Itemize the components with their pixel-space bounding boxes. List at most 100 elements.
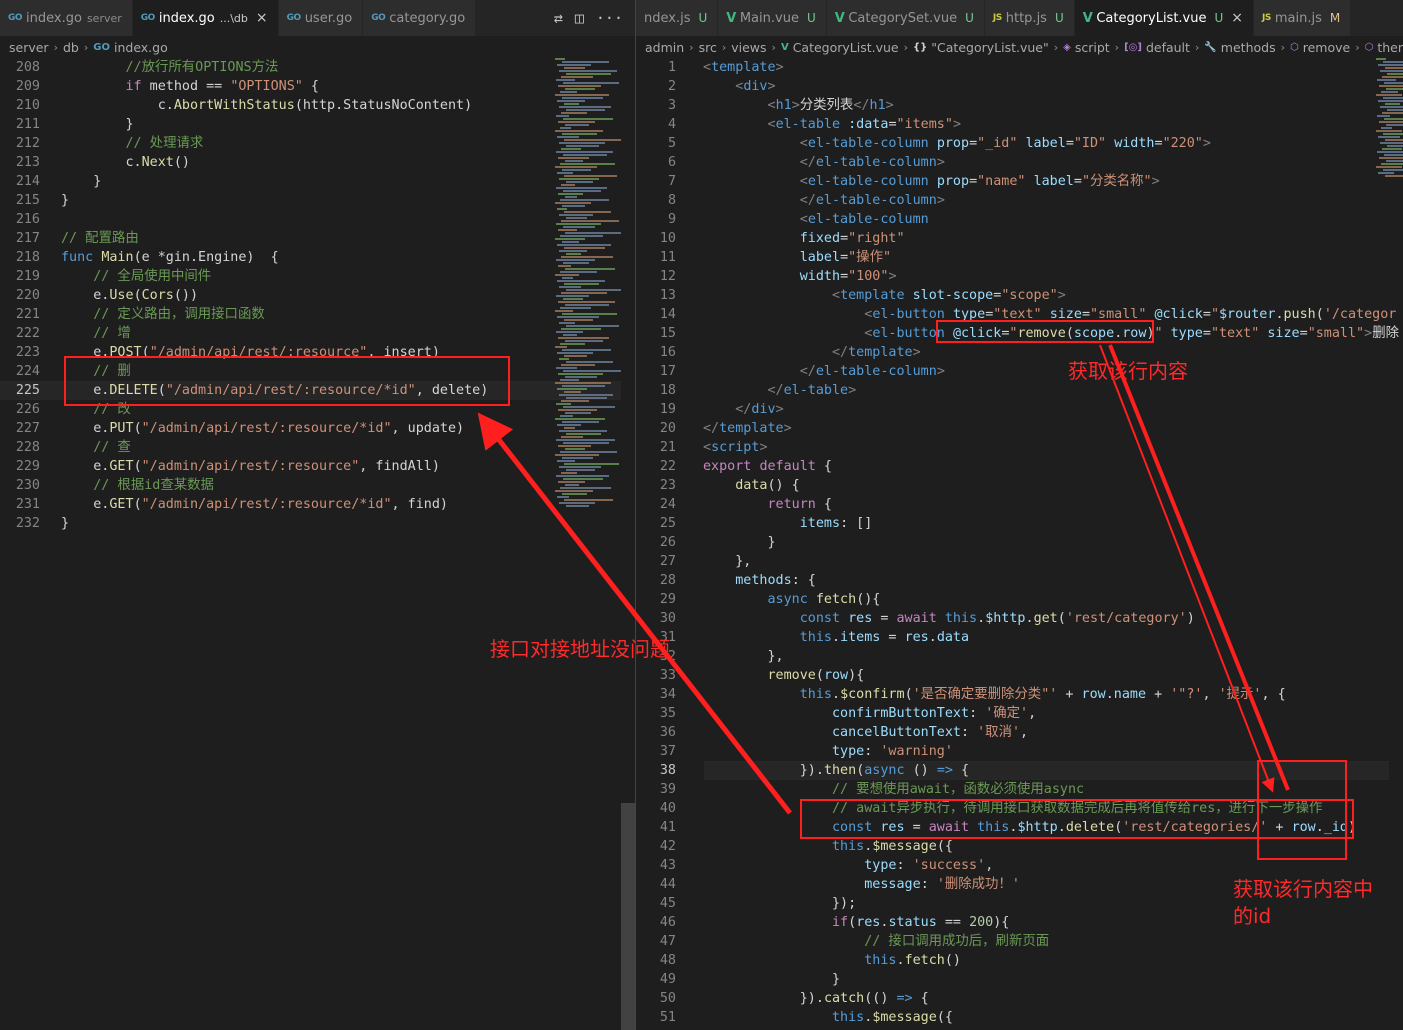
- code-line[interactable]: 24 return {: [636, 495, 1403, 514]
- compare-changes-icon[interactable]: ⇄: [554, 9, 563, 27]
- tab-index-go[interactable]: GO index.go ...\db ×: [132, 0, 279, 36]
- breadcrumb-item[interactable]: ◈ script ›: [1063, 40, 1124, 55]
- breadcrumb-item[interactable]: ⬡ then: [1365, 40, 1403, 55]
- code-line[interactable]: 228 // 查: [0, 438, 635, 457]
- tab-categoryset-vue[interactable]: V CategorySet.vue U: [826, 0, 985, 36]
- code-line[interactable]: 4 <el-table :data="items">: [636, 115, 1403, 134]
- code-line[interactable]: 211 }: [0, 115, 635, 134]
- code-line[interactable]: 18 </el-table>: [636, 381, 1403, 400]
- tab-main-vue[interactable]: V Main.vue U: [718, 0, 827, 36]
- breadcrumb-item[interactable]: [◎] default ›: [1124, 40, 1204, 55]
- breadcrumb-item[interactable]: server ›: [9, 40, 63, 55]
- code-line[interactable]: 221 // 定义路由，调用接口函数: [0, 305, 635, 324]
- code-line[interactable]: 17 </el-table-column>: [636, 362, 1403, 381]
- tab-main-js[interactable]: JS main.js M: [1254, 0, 1352, 36]
- breadcrumb-item[interactable]: ⬡ remove ›: [1290, 40, 1365, 55]
- code-line[interactable]: 13 <template slot-scope="scope">: [636, 286, 1403, 305]
- line-number: 28: [659, 573, 676, 588]
- tab-category-go[interactable]: GO category.go: [363, 0, 477, 36]
- code-line[interactable]: 231 e.GET("/admin/api/rest/:resource/*id…: [0, 495, 635, 514]
- code-line[interactable]: 50 }).catch(() => {: [636, 989, 1403, 1008]
- code-line[interactable]: 23 data() {: [636, 476, 1403, 495]
- code-text: </template>: [832, 345, 921, 360]
- breadcrumb-item[interactable]: 🔧 methods ›: [1204, 40, 1290, 55]
- code-line[interactable]: 218 func Main(e *gin.Engine) {: [0, 248, 635, 267]
- code-line[interactable]: 37 type: 'warning': [636, 742, 1403, 761]
- code-line[interactable]: 49 }: [636, 970, 1403, 989]
- breadcrumb-item[interactable]: db ›: [63, 40, 93, 55]
- code-line[interactable]: 19 </div>: [636, 400, 1403, 419]
- tab-ndex-js[interactable]: ndex.js U: [636, 0, 719, 36]
- breadcrumb-item[interactable]: admin ›: [645, 40, 699, 55]
- breadcrumb-item[interactable]: src ›: [699, 40, 732, 55]
- wrench-icon: 🔧: [1204, 41, 1217, 53]
- code-line[interactable]: 27 },: [636, 552, 1403, 571]
- code-line[interactable]: 34 this.$confirm('是否确定要删除分类"' + row.name…: [636, 685, 1403, 704]
- code-line[interactable]: 213 c.Next(): [0, 153, 635, 172]
- code-line[interactable]: 210 c.AbortWithStatus(http.StatusNoConte…: [0, 96, 635, 115]
- code-line[interactable]: 214 }: [0, 172, 635, 191]
- split-editor-icon[interactable]: ◫: [575, 9, 584, 27]
- code-line[interactable]: 51 this.$message({: [636, 1008, 1403, 1027]
- code-line[interactable]: 20 </template>: [636, 419, 1403, 438]
- code-line[interactable]: 32 },: [636, 647, 1403, 666]
- line-number: 50: [659, 991, 676, 1006]
- code-line[interactable]: 28 methods: {: [636, 571, 1403, 590]
- code-line[interactable]: 230 // 根据id查某数据: [0, 476, 635, 495]
- line-number: 48: [659, 953, 676, 968]
- tab-index-go[interactable]: GO index.go server: [0, 0, 133, 36]
- code-line[interactable]: 3 <h1>分类列表</h1>: [636, 96, 1403, 115]
- tab-categorylist-vue[interactable]: V CategoryList.vue U ×: [1074, 0, 1255, 36]
- tab-user-go[interactable]: GO user.go: [278, 0, 364, 36]
- code-line[interactable]: 9 <el-table-column: [636, 210, 1403, 229]
- more-actions-icon[interactable]: ···: [596, 9, 623, 27]
- code-line[interactable]: 33 remove(row){: [636, 666, 1403, 685]
- code-line[interactable]: 22 export default {: [636, 457, 1403, 476]
- breadcrumb-item[interactable]: GO index.go: [93, 40, 167, 55]
- code-line[interactable]: 29 async fetch(){: [636, 590, 1403, 609]
- right-minimap[interactable]: [1376, 58, 1403, 188]
- code-line[interactable]: 5 <el-table-column prop="_id" label="ID"…: [636, 134, 1403, 153]
- close-icon[interactable]: ×: [1231, 10, 1243, 26]
- code-line[interactable]: 217 // 配置路由: [0, 229, 635, 248]
- code-line[interactable]: 216: [0, 210, 635, 229]
- code-line[interactable]: 7 <el-table-column prop="name" label="分类…: [636, 172, 1403, 191]
- code-line[interactable]: 222 // 增: [0, 324, 635, 343]
- left-minimap[interactable]: [555, 58, 625, 528]
- code-line[interactable]: 2 <div>: [636, 77, 1403, 96]
- code-line[interactable]: 10 fixed="right": [636, 229, 1403, 248]
- code-line[interactable]: 30 const res = await this.$http.get('res…: [636, 609, 1403, 628]
- code-line[interactable]: 215}: [0, 191, 635, 210]
- code-line[interactable]: 16 </template>: [636, 343, 1403, 362]
- code-line[interactable]: 208 //放行所有OPTIONS方法: [0, 58, 635, 77]
- code-line[interactable]: 47 // 接口调用成功后，刷新页面: [636, 932, 1403, 951]
- close-icon[interactable]: ×: [256, 10, 268, 26]
- code-line[interactable]: 26 }: [636, 533, 1403, 552]
- code-line[interactable]: 219 // 全局使用中间件: [0, 267, 635, 286]
- breadcrumb-label: index.go: [113, 39, 168, 55]
- tab-http-js[interactable]: JS http.js U: [984, 0, 1075, 36]
- breadcrumb-item[interactable]: views ›: [731, 40, 781, 55]
- code-line[interactable]: 232}: [0, 514, 635, 533]
- go-file-icon: GO: [371, 13, 386, 23]
- code-line[interactable]: 8 </el-table-column>: [636, 191, 1403, 210]
- left-scrollbar-thumb[interactable]: [621, 803, 635, 1030]
- code-line[interactable]: 21 <script>: [636, 438, 1403, 457]
- code-line[interactable]: 11 label="操作": [636, 248, 1403, 267]
- breadcrumb-item[interactable]: {} "CategoryList.vue" ›: [913, 40, 1063, 55]
- code-line[interactable]: 1 <template>: [636, 58, 1403, 77]
- left-code-area[interactable]: 208 //放行所有OPTIONS方法 209 if method == "OPT…: [0, 58, 635, 533]
- code-line[interactable]: 6 </el-table-column>: [636, 153, 1403, 172]
- code-line[interactable]: 209 if method == "OPTIONS" {: [0, 77, 635, 96]
- code-line[interactable]: 48 this.fetch(): [636, 951, 1403, 970]
- code-line[interactable]: 212 // 处理请求: [0, 134, 635, 153]
- breadcrumb-item[interactable]: V CategoryList.vue ›: [781, 40, 913, 55]
- code-line[interactable]: 31 this.items = res.data: [636, 628, 1403, 647]
- code-line[interactable]: 25 items: []: [636, 514, 1403, 533]
- code-line[interactable]: 227 e.PUT("/admin/api/rest/:resource/*id…: [0, 419, 635, 438]
- code-line[interactable]: 35 confirmButtonText: '确定',: [636, 704, 1403, 723]
- code-line[interactable]: 229 e.GET("/admin/api/rest/:resource", f…: [0, 457, 635, 476]
- code-line[interactable]: 220 e.Use(Cors()): [0, 286, 635, 305]
- code-line[interactable]: 12 width="100">: [636, 267, 1403, 286]
- code-line[interactable]: 36 cancelButtonText: '取消',: [636, 723, 1403, 742]
